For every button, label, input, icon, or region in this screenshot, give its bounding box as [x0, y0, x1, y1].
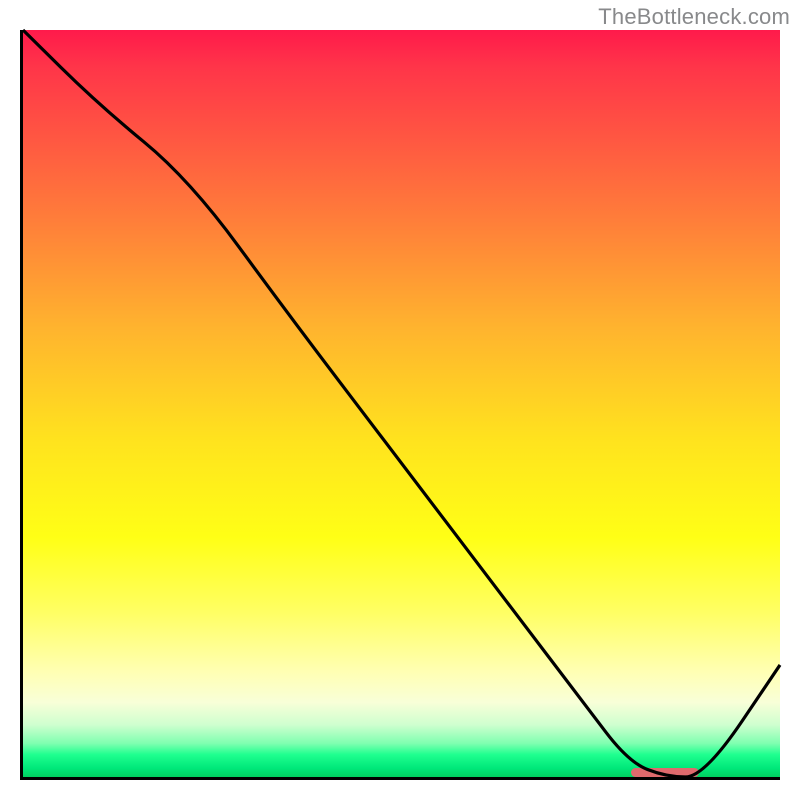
chart-container: TheBottleneck.com [0, 0, 800, 800]
curve-svg [23, 30, 780, 777]
attribution-text: TheBottleneck.com [598, 4, 790, 30]
bottleneck-curve-path [23, 30, 780, 777]
plot-area [20, 30, 780, 780]
